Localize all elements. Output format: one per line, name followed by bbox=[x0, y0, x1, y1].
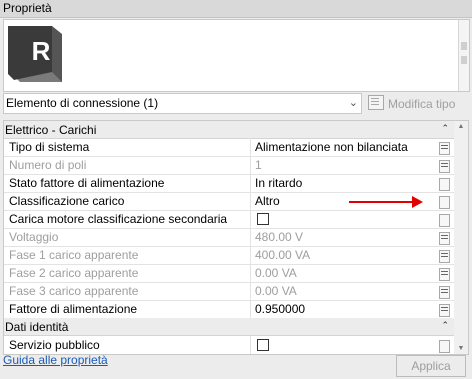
property-value[interactable]: 0.950000 bbox=[255, 302, 435, 318]
property-name: Fase 2 carico apparente bbox=[9, 266, 139, 280]
associate-parameter-icon[interactable] bbox=[439, 340, 450, 353]
grid-scrollbar[interactable]: ▲ ▼ bbox=[454, 120, 469, 355]
property-name: Carica motore classificazione secondaria bbox=[9, 212, 228, 226]
group-header-dati-identita[interactable]: Dati identità ⌃ bbox=[4, 318, 455, 336]
property-name: Fase 3 carico apparente bbox=[9, 284, 139, 298]
edit-type-button[interactable]: Modifica tipo bbox=[368, 95, 455, 111]
property-name: Fattore di alimentazione bbox=[9, 302, 138, 316]
property-name: Voltaggio bbox=[9, 230, 59, 244]
group-title: Dati identità bbox=[5, 320, 69, 334]
associate-parameter-icon[interactable] bbox=[439, 214, 450, 227]
type-selector-value: Elemento di connessione (1) bbox=[6, 96, 159, 110]
property-name: Fase 1 carico apparente bbox=[9, 248, 139, 262]
edit-type-icon bbox=[368, 95, 384, 110]
scroll-track[interactable] bbox=[457, 135, 465, 340]
property-row: Fase 2 carico apparente 0.00 VA bbox=[4, 264, 455, 283]
group-header-elettrico-carichi[interactable]: Elettrico - Carichi ⌃ bbox=[4, 121, 455, 139]
associate-parameter-icon[interactable] bbox=[439, 178, 450, 191]
associate-parameter-icon[interactable] bbox=[439, 268, 450, 281]
property-value: 400.00 VA bbox=[255, 248, 311, 262]
property-name: Stato fattore di alimentazione bbox=[9, 176, 165, 190]
collapse-icon[interactable]: ⌃ bbox=[441, 123, 449, 134]
revit-logo-icon: R bbox=[8, 26, 62, 82]
properties-grid: Elettrico - Carichi ⌃ Tipo di sistema Al… bbox=[3, 120, 456, 355]
property-name: Classificazione carico bbox=[9, 194, 125, 208]
scroll-down-icon[interactable]: ▼ bbox=[454, 345, 468, 352]
property-value: 0.00 VA bbox=[255, 284, 297, 298]
properties-help-link[interactable]: Guida alle proprietà bbox=[3, 353, 108, 367]
annotation-arrow-line bbox=[349, 201, 414, 203]
scroll-up-icon[interactable]: ▲ bbox=[454, 123, 468, 130]
property-name: Numero di poli bbox=[9, 158, 87, 172]
property-name: Servizio pubblico bbox=[9, 338, 100, 352]
property-value[interactable]: Alimentazione non bilanciata bbox=[255, 140, 435, 156]
property-value[interactable]: In ritardo bbox=[255, 176, 435, 192]
property-value: 1 bbox=[255, 158, 262, 172]
property-name: Tipo di sistema bbox=[9, 140, 90, 154]
type-preview-panel: R bbox=[3, 19, 470, 92]
associate-parameter-icon[interactable] bbox=[439, 196, 450, 209]
property-row[interactable]: Tipo di sistema Alimentazione non bilanc… bbox=[4, 138, 455, 157]
public-service-checkbox[interactable] bbox=[257, 339, 269, 351]
property-row[interactable]: Stato fattore di alimentazione In ritard… bbox=[4, 174, 455, 193]
type-selector-dropdown[interactable]: Elemento di connessione (1) ⌄ bbox=[3, 93, 362, 114]
annotation-arrow-icon bbox=[412, 196, 423, 208]
apply-button[interactable]: Applica bbox=[396, 355, 466, 377]
preview-scroll-down[interactable] bbox=[461, 56, 467, 64]
window-title: Proprietà bbox=[3, 1, 52, 15]
associate-parameter-icon[interactable] bbox=[439, 250, 450, 263]
property-row: Fase 3 carico apparente 0.00 VA bbox=[4, 282, 455, 301]
chevron-down-icon: ⌄ bbox=[348, 97, 358, 109]
collapse-icon[interactable]: ⌃ bbox=[441, 320, 449, 331]
associate-parameter-icon[interactable] bbox=[439, 142, 450, 155]
associate-parameter-icon[interactable] bbox=[439, 286, 450, 299]
secondary-motor-checkbox[interactable] bbox=[257, 213, 269, 225]
associate-parameter-icon[interactable] bbox=[439, 232, 450, 245]
associate-parameter-icon[interactable] bbox=[439, 160, 450, 173]
property-row[interactable]: Fattore di alimentazione 0.950000 bbox=[4, 300, 455, 319]
property-row: Numero di poli 1 bbox=[4, 156, 455, 175]
preview-scrollbar[interactable] bbox=[458, 20, 469, 91]
associate-parameter-icon[interactable] bbox=[439, 304, 450, 317]
property-row[interactable]: Carica motore classificazione secondaria bbox=[4, 210, 455, 229]
property-row: Voltaggio 480.00 V bbox=[4, 228, 455, 247]
properties-title-bar: Proprietà bbox=[0, 0, 472, 18]
edit-type-label: Modifica tipo bbox=[388, 97, 456, 111]
group-title: Elettrico - Carichi bbox=[5, 123, 97, 137]
logo-letter: R bbox=[32, 36, 51, 66]
preview-scroll-up[interactable] bbox=[461, 42, 467, 50]
property-value: 480.00 V bbox=[255, 230, 304, 244]
property-row: Fase 1 carico apparente 400.00 VA bbox=[4, 246, 455, 265]
property-value: 0.00 VA bbox=[255, 266, 297, 280]
